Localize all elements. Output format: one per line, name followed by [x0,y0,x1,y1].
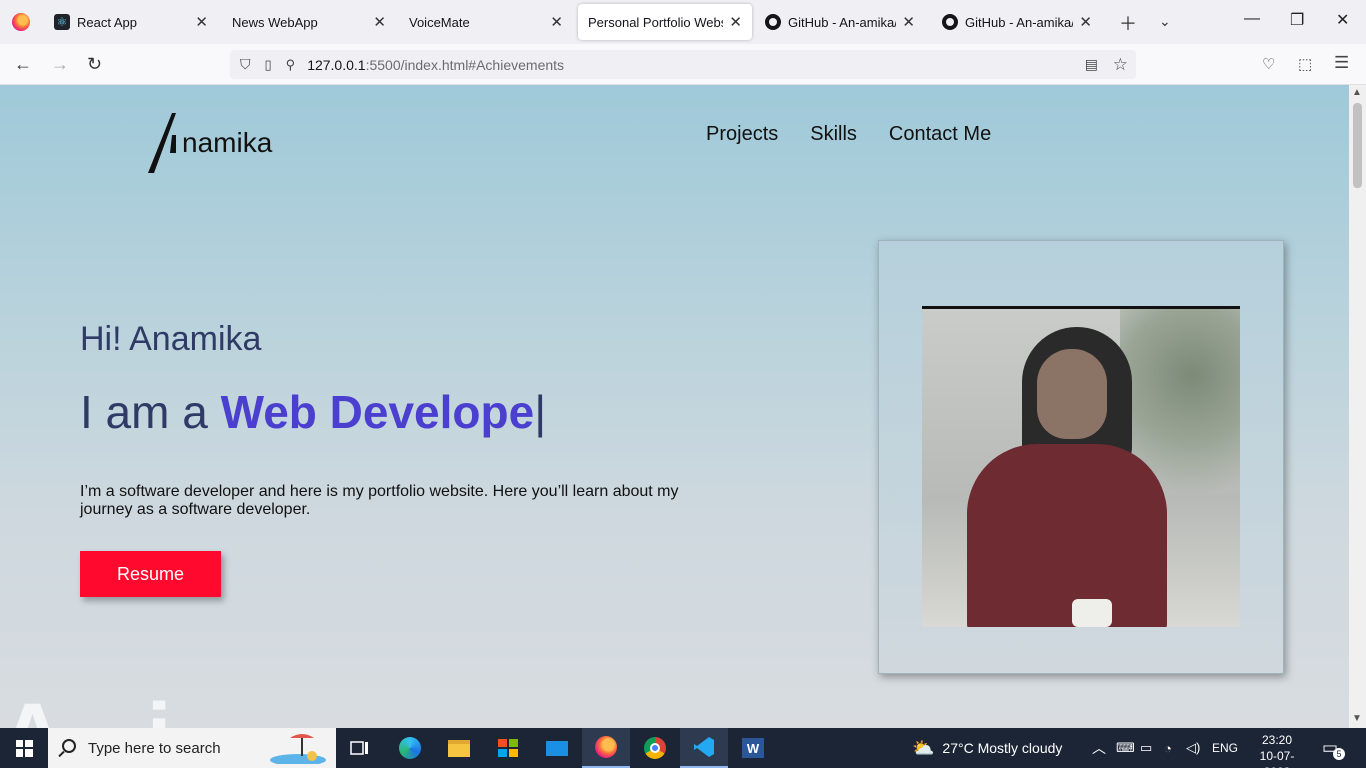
close-icon[interactable]: ✕ [902,13,915,31]
weather-text: 27°C Mostly cloudy [942,740,1063,756]
tab-react-app[interactable]: ⚛ React App ✕ [44,4,218,40]
tab-github-1[interactable]: GitHub - An-amika/Fa ✕ [755,4,925,40]
logo-text: namika [182,127,273,158]
logo-a-mark-icon [148,113,176,173]
firefox-logo-icon [12,13,30,31]
tab-title: News WebApp [232,14,318,30]
weather-widget[interactable]: ⛅ 27°C Mostly cloudy [912,728,1062,768]
list-tabs-chevron-icon[interactable]: ⌄ [1159,13,1171,30]
url-path: :5500/index.html#Achievements [365,56,565,73]
tab-github-2[interactable]: GitHub - An-amika/Fa ✕ [932,4,1102,40]
scroll-up-icon[interactable]: ▲ [1352,87,1362,98]
minimize-icon[interactable]: — [1244,10,1260,28]
close-icon[interactable]: ✕ [1079,13,1092,31]
hamburger-menu-icon[interactable]: ☰ [1334,53,1349,73]
tab-portfolio[interactable]: Personal Portfolio Website ✕ [578,4,752,40]
headline-prefix: I am a [80,386,221,438]
vscode-icon[interactable] [680,728,728,768]
tab-title: GitHub - An-amika/Fa [788,14,896,30]
headline: I am a Web Develope| [80,385,546,439]
notifications-button[interactable]: ▭ 5 [1322,728,1346,768]
close-icon[interactable]: ✕ [195,13,208,31]
intro-text: I’m a software developer and here is my … [80,483,679,518]
taskbar-search[interactable]: Type here to search [48,728,336,768]
portfolio-page: namika Projects Skills Contact Me Hi! An… [0,85,1349,728]
typing-cursor: | [534,386,547,438]
page-scrollbar[interactable]: ▲ ▼ [1349,85,1366,728]
close-icon[interactable]: ✕ [373,13,386,31]
github-icon [765,14,781,30]
page-icon: ▯ [264,56,272,72]
scroll-thumb[interactable] [1353,103,1362,188]
close-window-icon[interactable]: ✕ [1336,10,1349,30]
meet-now-icon[interactable]: ⌨ [1116,728,1135,768]
firefox-view-button[interactable] [0,0,42,44]
tab-title: React App [77,14,137,30]
reload-icon[interactable]: ↻ [87,54,102,75]
headline-role: Web Develope [220,386,535,438]
github-icon [942,14,958,30]
volume-icon[interactable]: ◁) [1186,728,1200,768]
notification-count-badge: 5 [1333,748,1346,760]
url-bar[interactable]: ⛉ ▯ ⚲ 127.0.0.1:5500/index.html#Achievem… [230,50,1136,79]
search-icon [62,739,76,753]
next-section-heading-partial: A i [0,685,202,728]
nav-link-contact[interactable]: Contact Me [889,123,991,146]
nav-link-projects[interactable]: Projects [706,123,778,146]
firefox-taskbar-icon[interactable] [582,728,630,768]
url-host: 127.0.0.1 [307,56,366,73]
search-highlight-icon [270,734,326,764]
scroll-down-icon[interactable]: ▼ [1352,713,1362,724]
pocket-icon[interactable]: ♡ [1262,55,1275,73]
language-indicator[interactable]: ENG [1212,728,1238,768]
task-view-icon[interactable] [336,728,384,768]
search-placeholder: Type here to search [88,740,221,757]
time: 23:20 [1261,733,1293,747]
extensions-icon[interactable]: ⬚ [1298,55,1312,73]
profile-photo-frame [878,240,1284,674]
store-icon[interactable] [484,728,532,768]
close-icon[interactable]: ✕ [550,13,563,31]
cloud-sun-icon: ⛅ [912,737,935,758]
mail-icon[interactable] [533,728,581,768]
windows-logo-icon [15,739,33,757]
new-tab-plus-icon[interactable]: ＋ [1119,10,1137,36]
bookmark-star-icon[interactable]: ☆ [1113,55,1128,75]
url-text[interactable]: 127.0.0.1:5500/index.html#Achievements [307,57,564,73]
edge-icon[interactable] [386,728,434,768]
show-hidden-icons-icon[interactable]: ︿ [1092,728,1106,768]
back-arrow-icon[interactable]: ← [14,54,32,75]
file-explorer-icon[interactable] [435,728,483,768]
shield-icon[interactable]: ⛉ [240,56,251,73]
battery-icon[interactable]: ▭ [1140,728,1152,768]
date: 10-07-2023 [1259,749,1295,768]
tab-title: GitHub - An-amika/Fa [965,14,1073,30]
greeting: Hi! Anamika [80,320,262,358]
nav-link-skills[interactable]: Skills [810,123,857,146]
site-nav: Projects Skills Contact Me [706,123,991,146]
permissions-icon[interactable]: ⚲ [286,57,296,73]
tab-news-webapp[interactable]: News WebApp ✕ [222,4,396,40]
forward-arrow-icon[interactable]: → [51,54,69,75]
start-button[interactable] [0,728,48,768]
tab-voicemate[interactable]: VoiceMate ✕ [399,4,573,40]
clock[interactable]: 23:20 10-07-2023 [1250,732,1304,768]
tab-bar: ⚛ React App ✕ News WebApp ✕ VoiceMate ✕ … [0,0,1366,44]
resume-button[interactable]: Resume [80,551,221,597]
react-icon: ⚛ [54,14,70,30]
wifi-icon[interactable]: ◔ [1164,728,1172,768]
reader-view-icon[interactable]: ▤ [1085,56,1098,73]
windows-taskbar: Type here to search W ⛅ 27°C Mostly clou… [0,728,1366,768]
chrome-icon[interactable] [631,728,679,768]
restore-icon[interactable]: ❐ [1290,10,1304,30]
site-logo[interactable]: namika [146,113,272,175]
tab-title: VoiceMate [409,14,470,30]
word-icon[interactable]: W [729,728,777,768]
profile-photo [922,306,1240,627]
tab-title: Personal Portfolio Website [588,14,723,30]
close-icon[interactable]: ✕ [729,13,742,31]
